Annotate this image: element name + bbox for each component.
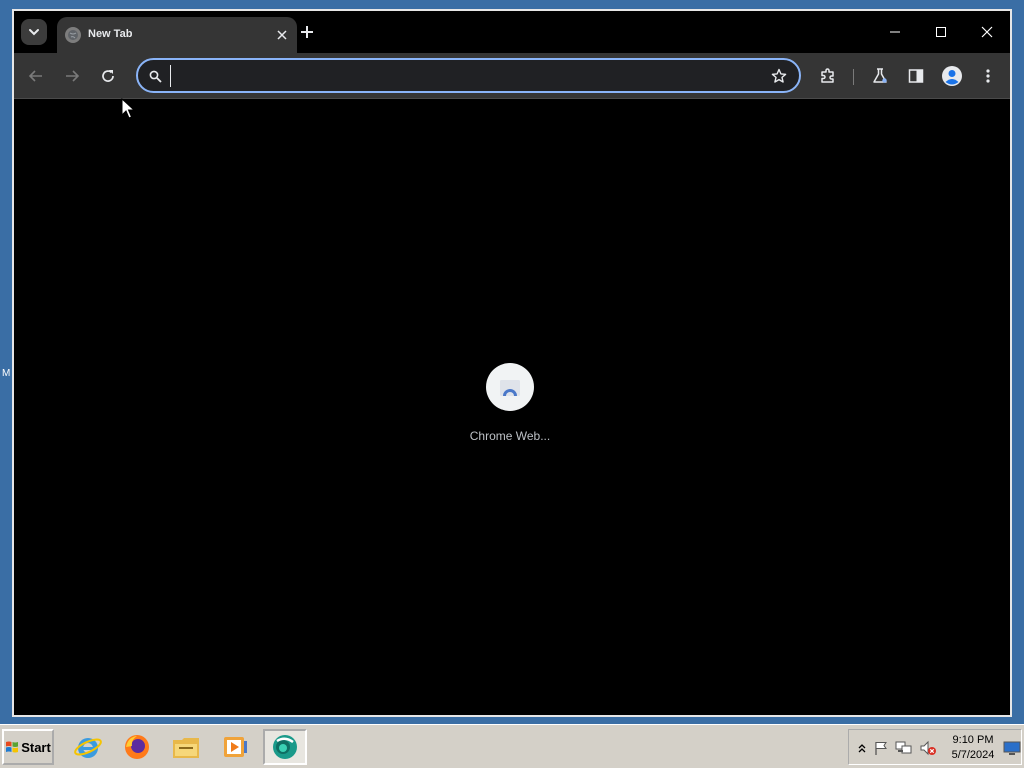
side-panel-icon (908, 69, 924, 83)
network-button[interactable] (895, 739, 913, 757)
volume-muted-icon (920, 740, 936, 756)
forward-arrow-icon (66, 70, 80, 82)
maximize-icon (936, 27, 946, 37)
minimize-icon (890, 31, 900, 33)
show-desktop-button[interactable] (1003, 739, 1021, 757)
chrome-web-store-icon (500, 380, 520, 396)
taskbar-app-internet-explorer[interactable] (66, 729, 110, 765)
avatar-icon (942, 66, 962, 86)
address-input[interactable] (170, 65, 750, 87)
back-arrow-icon (28, 70, 42, 82)
windows-logo-icon (6, 741, 19, 753)
chrome-labs-button[interactable] (866, 62, 894, 90)
internet-explorer-icon (74, 738, 102, 758)
shortcut-tile[interactable]: Chrome Web... (460, 363, 560, 443)
clock-time: 9:10 PM (952, 734, 994, 746)
reload-icon (102, 70, 114, 82)
browser-toolbar (14, 53, 1010, 99)
minimize-button[interactable] (872, 17, 918, 47)
clock-date: 5/7/2024 (951, 749, 995, 761)
flask-icon (873, 68, 887, 83)
taskbar-app-media-player[interactable] (213, 729, 257, 765)
star-icon (771, 68, 787, 83)
forward-button[interactable] (58, 62, 86, 90)
tab-new-tab[interactable]: New Tab (57, 17, 297, 53)
search-icon (147, 68, 163, 84)
tab-search-button[interactable] (21, 19, 47, 45)
taskbar: Start 9:10 PM 5/7/2024 (0, 724, 1024, 768)
window-close-button[interactable] (964, 17, 1010, 47)
action-center-button[interactable] (872, 739, 890, 757)
chrome-window: New Tab Chrome Web... (12, 9, 1012, 717)
globe-icon (65, 27, 81, 43)
tab-close-button[interactable] (273, 26, 291, 44)
title-bar: New Tab (14, 11, 1010, 53)
reload-button[interactable] (94, 62, 122, 90)
close-icon (277, 30, 287, 40)
plus-icon (301, 26, 313, 38)
menu-button[interactable] (974, 62, 1002, 90)
new-tab-page: Chrome Web... (14, 99, 1010, 715)
show-hidden-icons-button[interactable] (853, 739, 871, 757)
taskbar-app-chrome[interactable] (263, 729, 307, 765)
start-button[interactable]: Start (2, 729, 54, 765)
toolbar-divider (853, 69, 854, 85)
file-explorer-icon (173, 738, 199, 758)
more-vertical-icon (986, 69, 990, 83)
desktop-edge-text: M (2, 368, 11, 379)
taskbar-app-firefox[interactable] (115, 729, 159, 765)
monitor-icon (1003, 741, 1021, 755)
chevron-up-icon (858, 744, 866, 753)
puzzle-icon (821, 68, 834, 83)
tab-title: New Tab (88, 28, 133, 40)
taskbar-app-file-explorer[interactable] (164, 729, 208, 765)
chrome-app-icon (273, 735, 297, 759)
media-player-icon (224, 737, 247, 757)
chevron-down-icon (29, 29, 39, 36)
volume-button[interactable] (919, 739, 937, 757)
network-icon (895, 741, 912, 754)
bookmark-star-button[interactable] (769, 66, 789, 86)
taskbar-clock[interactable]: 9:10 PM 5/7/2024 (943, 733, 1003, 763)
profile-button[interactable] (938, 62, 966, 90)
system-tray: 9:10 PM 5/7/2024 (848, 729, 1022, 765)
new-tab-button[interactable] (296, 21, 318, 43)
firefox-icon (125, 735, 149, 759)
close-icon (981, 26, 993, 38)
shortcut-icon-circle (486, 363, 534, 411)
shortcut-label: Chrome Web... (469, 429, 551, 443)
side-panel-button[interactable] (902, 62, 930, 90)
back-button[interactable] (22, 62, 50, 90)
address-bar[interactable] (136, 58, 801, 93)
extensions-button[interactable] (814, 62, 842, 90)
mouse-cursor-icon (121, 98, 135, 119)
start-label: Start (21, 739, 51, 755)
maximize-button[interactable] (918, 17, 964, 47)
flag-icon (875, 742, 887, 755)
